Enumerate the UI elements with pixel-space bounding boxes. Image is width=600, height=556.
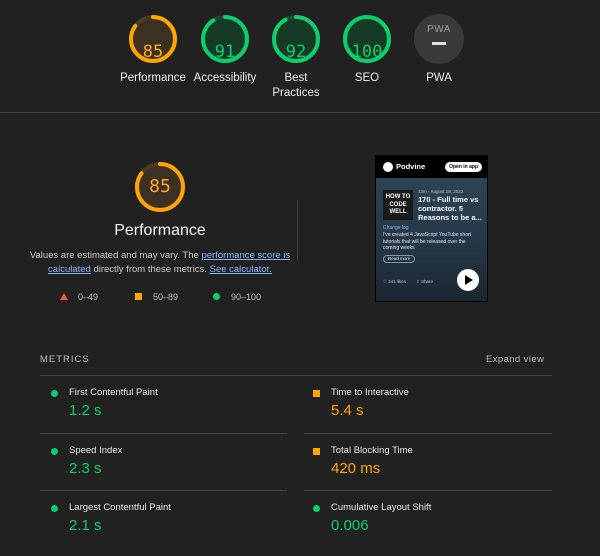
metric-name: Total Blocking Time <box>331 445 413 456</box>
metrics-row-divider <box>304 433 552 434</box>
pwa-dash-icon <box>432 42 446 45</box>
legend-fail-range: 0–49 <box>78 292 99 302</box>
performance-description: Values are estimated and may vary. The p… <box>25 249 295 277</box>
metric-speed-index: Speed Index 2.3 s <box>51 440 291 490</box>
metric-value: 2.1 s <box>69 517 102 534</box>
metrics-top-divider <box>40 375 552 376</box>
metric-name: Speed Index <box>69 445 123 456</box>
episode-description: I've created 4 JavaScript YouTube short … <box>383 232 472 251</box>
gauge-performance-score: 85 <box>142 42 164 62</box>
performance-title: Performance <box>114 222 206 239</box>
metric-total-blocking-time: Total Blocking Time 420 ms <box>313 440 553 490</box>
play-icon <box>457 269 479 291</box>
metric-value: 5.4 s <box>331 402 364 419</box>
metric-cumulative-layout-shift: Cumulative Layout Shift 0.006 <box>313 497 553 547</box>
performance-score-value: 85 <box>149 176 171 197</box>
performance-score-gauge: 85 <box>133 160 187 214</box>
pass-circle-icon <box>51 448 58 455</box>
pass-circle-icon <box>51 505 58 512</box>
podvine-logo-icon <box>383 162 393 172</box>
metric-largest-contentful-paint: Largest Contentful Paint 2.1 s <box>51 497 291 547</box>
share-action: ⇪ Share <box>416 279 434 284</box>
performance-desc-prefix: Values are estimated and may vary. The <box>29 250 202 261</box>
fail-triangle-icon <box>60 293 68 300</box>
metric-time-to-interactive: Time to Interactive 5.4 s <box>313 382 553 432</box>
metrics-heading: METRICS <box>40 354 90 365</box>
legend-average-range: 50–89 <box>153 292 179 302</box>
preview-header: Podvine Open in app <box>376 156 487 178</box>
episode-meta: 13m · August 18, 2022 <box>418 189 464 194</box>
metric-value: 420 ms <box>331 460 381 477</box>
gauge-accessibility-score: 91 <box>214 42 236 62</box>
average-square-icon <box>313 390 320 397</box>
metric-value: 0.006 <box>331 517 369 534</box>
preview-brand: Podvine <box>396 162 426 171</box>
gauge-best-practices[interactable]: 92 Best Practices <box>256 13 336 101</box>
vertical-divider <box>297 200 298 260</box>
gauge-performance[interactable]: 85 Performance <box>113 13 193 86</box>
performance-desc-middle: directly from these metrics. <box>90 264 210 275</box>
metrics-row-divider <box>304 490 552 491</box>
expand-view-toggle[interactable]: Expand view <box>486 354 544 365</box>
changelog-label: Change log <box>383 225 409 231</box>
gauge-best-practices-score: 92 <box>285 42 307 62</box>
pass-circle-icon <box>313 505 320 512</box>
see-calculator-link[interactable]: See calculator. <box>210 264 272 275</box>
gauge-pwa-label: PWA <box>426 72 452 84</box>
episode-title: 170 - Full time vs contractor. 5 Reasons… <box>418 195 482 222</box>
gauge-seo-score: 100 <box>351 42 383 62</box>
gauge-pwa[interactable]: PWA PWA <box>399 13 479 86</box>
metric-value: 2.3 s <box>69 460 102 477</box>
likes-text: 241 likes <box>388 279 407 284</box>
pwa-badge-text: PWA <box>427 24 451 35</box>
legend-pass-range: 90–100 <box>231 292 262 302</box>
metric-first-contentful-paint: First Contentful Paint 1.2 s <box>51 382 291 432</box>
metric-name: Largest Contentful Paint <box>69 502 171 513</box>
episode-thumbnail: HOW TO CODE WELL <box>383 190 413 220</box>
open-in-app-button: Open in app <box>445 162 482 172</box>
average-square-icon <box>135 293 142 300</box>
metric-name: First Contentful Paint <box>69 387 158 398</box>
read-more-button: Read more <box>383 255 416 263</box>
preview-body: HOW TO CODE WELL 13m · August 18, 2022 1… <box>376 178 487 301</box>
pass-circle-icon <box>213 293 220 300</box>
final-screenshot-preview[interactable]: Podvine Open in app HOW TO CODE WELL 13m… <box>375 155 488 302</box>
metric-name: Time to Interactive <box>331 387 409 398</box>
category-gauges: 85 Performance 91 Accessibility 92 Best … <box>0 0 600 113</box>
likes-count: ♡ 241 likes <box>383 279 407 284</box>
metrics-row-divider <box>40 433 287 434</box>
pwa-badge-icon: PWA <box>414 14 464 64</box>
gauge-seo[interactable]: 100 SEO <box>327 13 407 86</box>
metric-value: 1.2 s <box>69 402 102 419</box>
pass-circle-icon <box>51 390 58 397</box>
metric-name: Cumulative Layout Shift <box>331 502 432 513</box>
metrics-row-divider <box>40 490 287 491</box>
average-square-icon <box>313 448 320 455</box>
gauge-accessibility[interactable]: 91 Accessibility <box>185 13 265 86</box>
share-text: Share <box>421 279 434 284</box>
